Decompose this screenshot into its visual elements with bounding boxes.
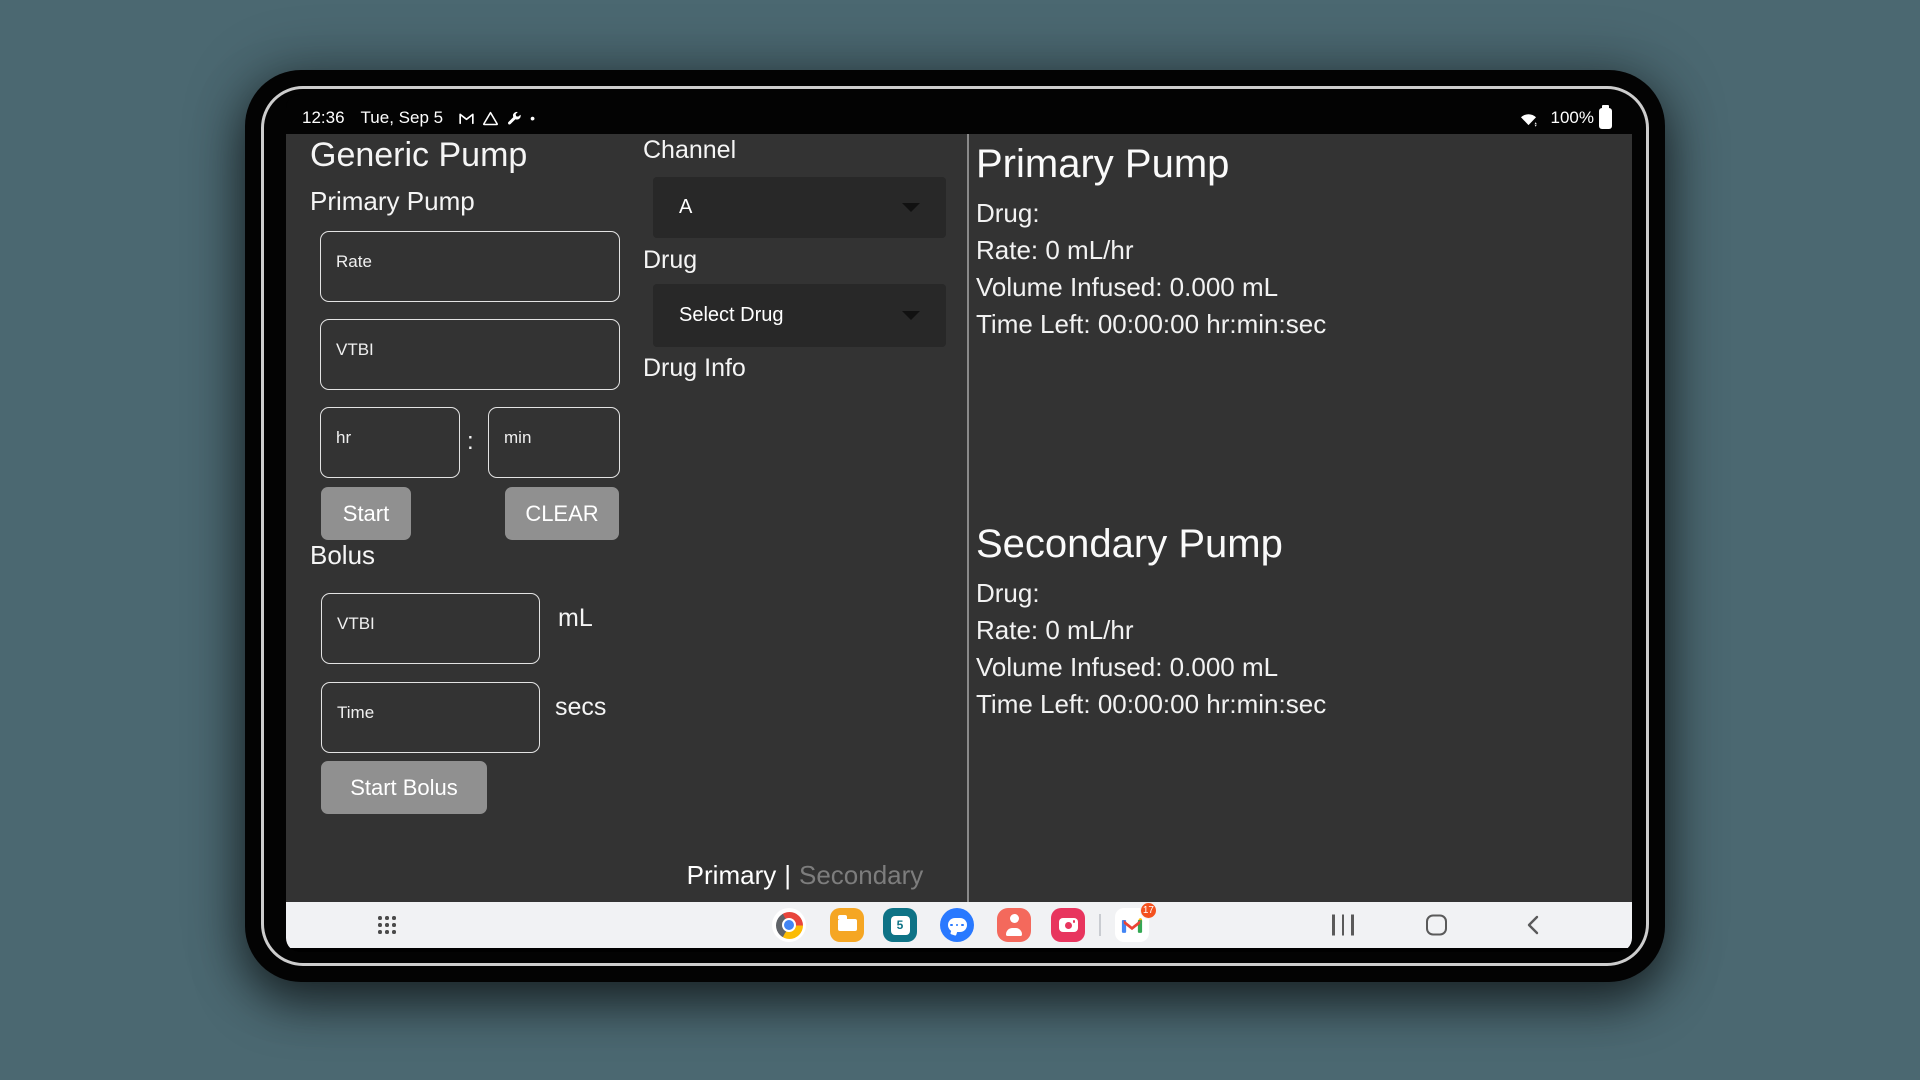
wifi-icon [1518,108,1539,129]
secondary-time-left-line: Time Left: 00:00:00 hr:min:sec [976,689,1326,720]
secondary-drug-line: Drug: [976,578,1040,609]
pump-view-tabs: Primary| Secondary [643,860,967,891]
gmail-icon[interactable]: 17 [1115,908,1149,942]
tablet-frame: 12:36 Tue, Sep 5 • [245,70,1665,982]
status-bar: 12:36 Tue, Sep 5 • [286,94,1632,134]
home-nav-button[interactable] [1426,915,1447,936]
bolus-vtbi-unit-label: mL [558,604,593,633]
start-button[interactable]: Start [321,487,411,540]
secondary-volume-line: Volume Infused: 0.000 mL [976,652,1278,683]
status-time: 12:36 [302,108,345,128]
secondary-pump-status-title: Secondary Pump [976,522,1283,567]
drug-select-value: Select Drug [679,304,784,327]
channel-select[interactable]: A [653,177,946,238]
bolus-time-input[interactable] [321,682,540,753]
page-background: 12:36 Tue, Sep 5 • [0,0,1920,1080]
status-date: Tue, Sep 5 [361,108,444,128]
pump-app: Generic Pump Primary Pump : Start CLEAR … [286,134,1632,902]
gmail-notification-icon [457,109,476,128]
tab-secondary[interactable]: Secondary [799,860,923,890]
back-nav-button[interactable] [1524,913,1542,937]
secondary-rate-line: Rate: 0 mL/hr [976,615,1134,646]
wrench-notification-icon [505,109,523,127]
dock-divider [1099,914,1101,936]
panel-divider [967,134,969,902]
primary-pump-status-title: Primary Pump [976,142,1229,187]
battery-icon [1599,108,1612,129]
bolus-time-unit-label: secs [555,693,606,722]
app-title: Generic Pump [310,136,527,175]
clear-button[interactable]: CLEAR [505,487,619,540]
drug-select[interactable]: Select Drug [653,284,946,347]
drug-label: Drug [643,246,697,275]
files-folder-icon[interactable] [830,908,864,942]
chevron-down-icon [902,311,920,320]
camera-icon[interactable] [1051,908,1085,942]
chrome-icon[interactable] [772,908,806,942]
channel-select-value: A [679,196,692,219]
primary-drug-line: Drug: [976,198,1040,229]
bolus-section-title: Bolus [310,540,375,571]
calendar-day: 5 [891,916,910,935]
bolus-vtbi-input[interactable] [321,593,540,664]
tab-separator: | [784,860,791,890]
tab-primary[interactable]: Primary [687,860,777,890]
tablet-screen: 12:36 Tue, Sep 5 • [286,94,1632,952]
recents-nav-button[interactable] [1332,915,1354,936]
primary-pump-section-title: Primary Pump [310,186,475,217]
vtbi-input[interactable] [320,319,620,390]
calendar-icon[interactable]: 5 [883,908,917,942]
channel-label: Channel [643,136,736,165]
minutes-input[interactable] [488,407,620,478]
primary-volume-line: Volume Infused: 0.000 mL [976,272,1278,303]
messages-icon[interactable] [940,908,974,942]
time-separator: : [467,428,474,456]
gmail-unread-badge: 17 [1140,902,1157,919]
triangle-notification-icon [481,109,500,128]
app-drawer-icon[interactable] [378,916,396,934]
contacts-icon[interactable] [997,908,1031,942]
primary-rate-line: Rate: 0 mL/hr [976,235,1134,266]
rate-input[interactable] [320,231,620,302]
start-bolus-button[interactable]: Start Bolus [321,761,487,814]
hours-input[interactable] [320,407,460,478]
more-notifications-dot: • [530,110,535,126]
drug-info-label: Drug Info [643,354,746,383]
primary-time-left-line: Time Left: 00:00:00 hr:min:sec [976,309,1326,340]
chevron-down-icon [902,203,920,212]
dock-bar: 5 [286,902,1632,948]
battery-percent: 100% [1551,108,1594,128]
